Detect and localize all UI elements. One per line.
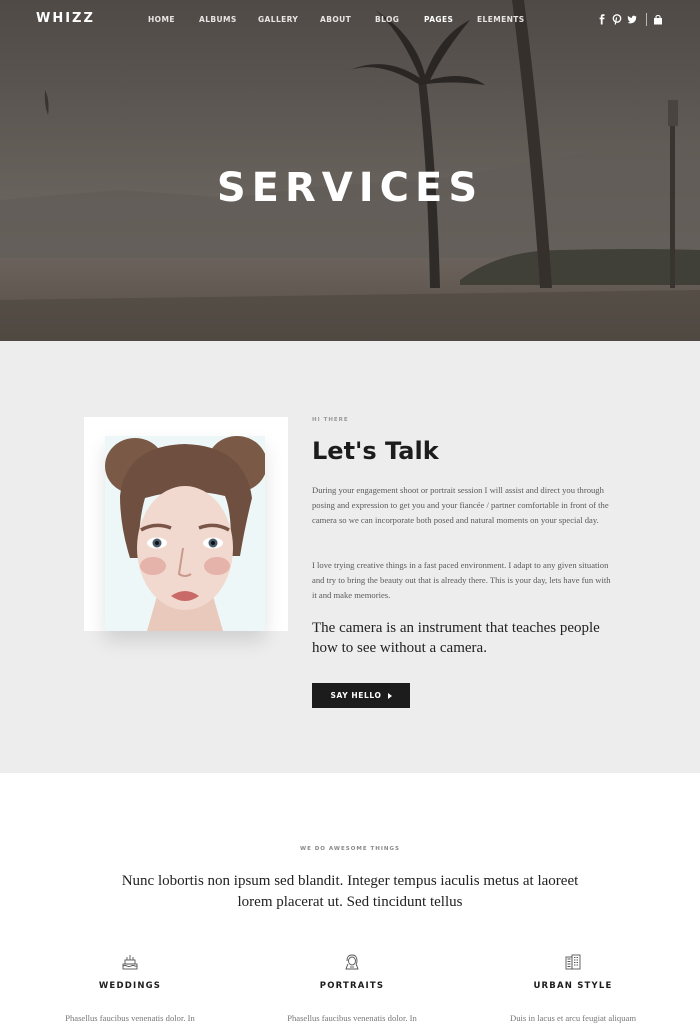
page-title: SERVICES <box>216 165 484 211</box>
portrait-photo <box>105 436 265 631</box>
featured-quote: The camera is an instrument that teaches… <box>312 620 600 656</box>
service-text: Phasellus faucibus venenatis dolor. In <box>65 1013 195 1023</box>
service-text: Duis in lacus et arcu feugiat aliquam <box>510 1013 636 1023</box>
section-heading: Let's Talk <box>312 437 439 465</box>
top-navigation: WHIZZ HOME ALBUMS GALLERY ABOUT BLOG PAG… <box>0 0 700 40</box>
arrow-right-icon <box>387 692 392 699</box>
facebook-icon[interactable] <box>597 14 607 25</box>
nav-blog[interactable]: BLOG <box>375 15 399 24</box>
services-eyebrow: WE DO AWESOME THINGS <box>300 846 400 852</box>
brand-logo[interactable]: WHIZZ <box>36 11 95 26</box>
portrait-illustration <box>105 436 265 631</box>
section-eyebrow: HI THERE <box>312 417 349 423</box>
nav-divider <box>646 13 647 26</box>
nav-about[interactable]: ABOUT <box>320 15 351 24</box>
about-paragraph-2: I love trying creative things in a fast … <box>312 560 611 601</box>
service-text: Phasellus faucibus venenatis dolor. In <box>287 1013 417 1023</box>
service-title: WEDDINGS <box>98 981 162 991</box>
nav-elements[interactable]: ELEMENTS <box>477 15 525 24</box>
building-icon <box>565 954 581 970</box>
nav-albums[interactable]: ALBUMS <box>199 15 237 24</box>
nav-home[interactable]: HOME <box>148 15 175 24</box>
service-item: URBAN STYLE Duis in lacus et arcu feugia… <box>483 953 663 1023</box>
lets-talk-section: HI THERE Let's Talk During your engageme… <box>0 341 700 773</box>
portrait-frame <box>84 417 288 631</box>
about-paragraph-1: During your engagement shoot or portrait… <box>312 485 609 526</box>
say-hello-label: SAY HELLO <box>330 691 382 700</box>
nav-gallery[interactable]: GALLERY <box>258 15 298 24</box>
service-item: PORTRAITS Phasellus faucibus venenatis d… <box>262 953 442 1023</box>
nav-pages[interactable]: PAGES <box>424 15 453 24</box>
pinterest-icon[interactable] <box>612 14 622 25</box>
shopping-bag-icon[interactable] <box>653 14 663 25</box>
service-item: WEDDINGS Phasellus faucibus venenatis do… <box>40 953 220 1023</box>
say-hello-button[interactable]: SAY HELLO <box>312 683 410 708</box>
services-section: WE DO AWESOME THINGS Nunc lobortis non i… <box>0 773 700 1025</box>
service-title: URBAN STYLE <box>533 981 613 991</box>
hero-banner: WHIZZ HOME ALBUMS GALLERY ABOUT BLOG PAG… <box>0 0 700 341</box>
services-lead-text: Nunc lobortis non ipsum sed blandit. Int… <box>121 873 579 910</box>
service-title: PORTRAITS <box>319 981 385 991</box>
cake-icon <box>122 955 138 970</box>
portrait-icon <box>345 954 359 970</box>
twitter-icon[interactable] <box>627 14 637 25</box>
